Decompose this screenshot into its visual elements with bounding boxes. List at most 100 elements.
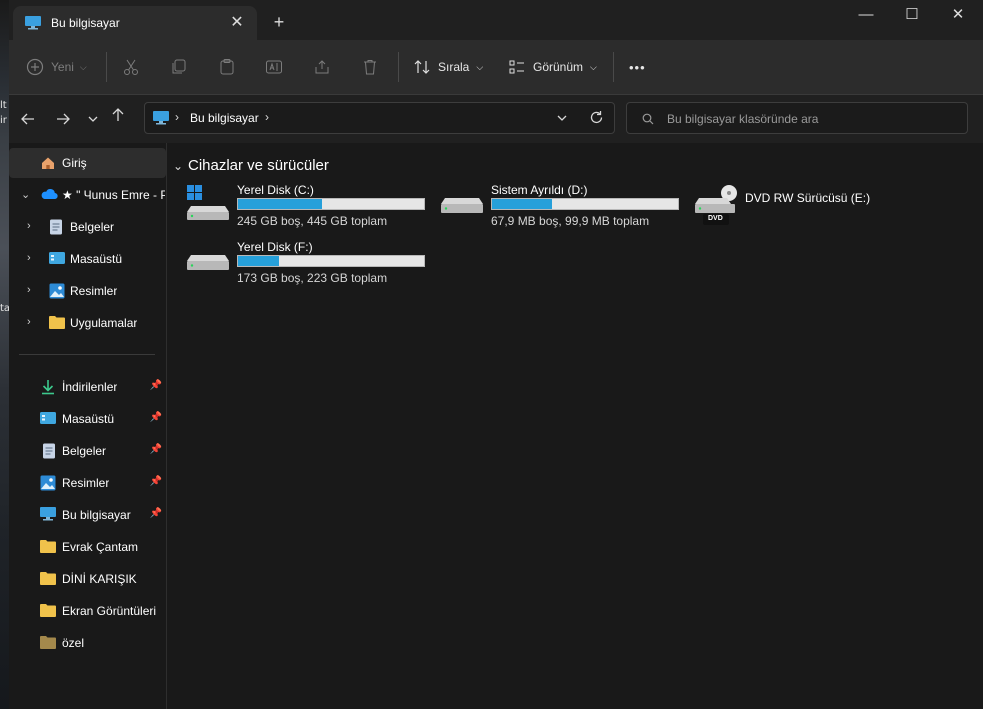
drive-item-e[interactable]: DVD DVD RW Sürücüsü (E:) xyxy=(695,183,945,235)
drive-item-c[interactable]: Yerel Disk (C:) 245 GB boş, 445 GB topla… xyxy=(187,183,437,235)
toolbar-divider xyxy=(106,52,107,82)
pin-icon[interactable]: 📌 xyxy=(150,380,162,391)
folder-icon xyxy=(40,635,56,651)
share-icon xyxy=(313,58,331,76)
quick-access-item-indirilenler[interactable]: İndirilenler 📌 xyxy=(9,372,166,402)
onedrive-icon xyxy=(40,187,58,203)
quick-access-item-ekran-goruntuleri[interactable]: Ekran Görüntüleri xyxy=(9,596,166,626)
quick-access-item-masaustu[interactable]: Masaüstü 📌 xyxy=(9,404,166,434)
tab-title: Bu bilgisayar xyxy=(51,16,120,30)
home-icon xyxy=(40,155,56,171)
sort-button[interactable]: Sırala ⌵ xyxy=(413,54,483,80)
chevron-down-icon[interactable]: ⌄ xyxy=(173,159,183,173)
up-button[interactable] xyxy=(106,103,130,127)
pin-icon[interactable]: 📌 xyxy=(150,444,162,455)
sidebar-item-label: özel xyxy=(62,636,85,650)
pin-icon[interactable]: 📌 xyxy=(150,508,162,519)
quick-access-item-dini-karisik[interactable]: DİNİ KARIŞIK xyxy=(9,564,166,594)
drive-usage-fill xyxy=(238,199,322,209)
sidebar-item-label: Bu bilgisayar xyxy=(62,508,131,522)
quick-access-item-evrak-cantam[interactable]: Evrak Çantam xyxy=(9,532,166,562)
new-button[interactable]: Yeni ⌵ xyxy=(26,54,87,80)
sidebar-item-uygulamalar[interactable]: › Uygulamalar xyxy=(9,308,166,338)
drive-usage-bar xyxy=(491,198,679,210)
close-window-button[interactable]: ✕ xyxy=(935,0,981,32)
forward-button[interactable] xyxy=(51,107,75,131)
share-button[interactable] xyxy=(313,54,331,80)
sidebar-item-onedrive[interactable]: ⌄ ★ " Чunus Emre - P xyxy=(9,180,166,210)
sidebar-divider xyxy=(19,354,155,355)
sidebar-item-resimler[interactable]: › Resimler xyxy=(9,276,166,306)
folder-icon xyxy=(49,315,65,331)
search-input[interactable]: Bu bilgisayar klasöründe ara xyxy=(626,102,968,134)
address-bar[interactable]: › Bu bilgisayar › xyxy=(144,102,615,134)
back-button[interactable] xyxy=(16,107,40,131)
sidebar-item-label: Ekran Görüntüleri xyxy=(62,604,157,618)
drive-capacity: 173 GB boş, 223 GB toplam xyxy=(237,271,388,285)
pictures-icon xyxy=(49,283,65,299)
chevron-down-icon: ⌵ xyxy=(476,61,484,72)
paste-icon xyxy=(218,58,236,76)
chevron-down-icon xyxy=(87,112,99,129)
view-button[interactable]: Görünüm ⌵ xyxy=(508,54,597,80)
paste-button[interactable] xyxy=(218,54,236,80)
chevron-right-icon[interactable]: › xyxy=(27,252,31,264)
address-dropdown-icon[interactable] xyxy=(556,111,568,129)
pin-icon[interactable]: 📌 xyxy=(150,412,162,423)
drive-item-d[interactable]: Sistem Ayrıldı (D:) 67,9 MB boş, 99,9 MB… xyxy=(441,183,691,235)
toolbar-divider xyxy=(613,52,614,82)
view-button-label: Görünüm xyxy=(533,60,584,74)
refresh-icon[interactable] xyxy=(589,110,604,130)
arrow-up-icon xyxy=(110,108,126,127)
sidebar-item-label: Resimler xyxy=(70,284,118,298)
group-header-devices[interactable]: Cihazlar ve sürücüler xyxy=(188,157,329,174)
breadcrumb-bu-bilgisayar[interactable]: Bu bilgisayar xyxy=(190,111,259,125)
sidebar-item-belgeler[interactable]: › Belgeler xyxy=(9,212,166,242)
tab-close-button[interactable]: ✕ xyxy=(227,13,247,33)
cut-icon xyxy=(122,58,140,76)
quick-access-item-resimler[interactable]: Resimler 📌 xyxy=(9,468,166,498)
quick-access-item-bu-bilgisayar[interactable]: Bu bilgisayar 📌 xyxy=(9,500,166,530)
chevron-down-icon[interactable]: ⌄ xyxy=(21,188,30,201)
pin-icon[interactable]: 📌 xyxy=(150,476,162,487)
drive-icon xyxy=(187,242,231,282)
drive-capacity: 245 GB boş, 445 GB toplam xyxy=(237,214,388,228)
new-tab-button[interactable]: + xyxy=(269,12,289,32)
sort-icon xyxy=(413,58,431,76)
quick-access-item-belgeler[interactable]: Belgeler 📌 xyxy=(9,436,166,466)
sidebar-item-label: Giriş xyxy=(62,156,87,170)
folder-icon xyxy=(40,571,56,587)
search-icon xyxy=(642,112,654,130)
sidebar-item-label: Belgeler xyxy=(70,220,115,234)
computer-icon xyxy=(153,111,169,130)
recent-locations-button[interactable] xyxy=(81,107,105,131)
drive-usage-bar xyxy=(237,255,425,267)
chevron-right-icon[interactable]: › xyxy=(27,220,31,232)
sidebar-item-giris[interactable]: Giriş xyxy=(9,148,166,178)
new-button-label: Yeni xyxy=(51,60,74,74)
sidebar-item-masaustu[interactable]: › Masaüstü xyxy=(9,244,166,274)
rename-icon xyxy=(265,58,283,76)
drive-item-f[interactable]: Yerel Disk (F:) 173 GB boş, 223 GB topla… xyxy=(187,240,437,292)
cut-button[interactable] xyxy=(122,54,140,80)
minimize-button[interactable]: — xyxy=(843,0,889,32)
sidebar-item-label: DİNİ KARIŞIK xyxy=(62,572,137,586)
maximize-button[interactable]: ☐ xyxy=(889,0,935,32)
more-options-button[interactable]: ••• xyxy=(629,54,646,80)
delete-button[interactable] xyxy=(361,54,379,80)
copy-button[interactable] xyxy=(170,54,188,80)
breadcrumb-separator-icon[interactable]: › xyxy=(265,110,269,124)
breadcrumb-separator-icon: › xyxy=(175,110,179,124)
drive-usage-fill xyxy=(238,256,279,266)
command-bar: Yeni ⌵ Sırala ⌵ Görünüm ⌵ ••• xyxy=(9,40,983,95)
quick-access-item-ozel[interactable]: özel xyxy=(9,628,166,658)
chevron-right-icon[interactable]: › xyxy=(27,284,31,296)
chevron-right-icon[interactable]: › xyxy=(27,316,31,328)
sidebar-item-label: Uygulamalar xyxy=(70,316,138,330)
tab-bu-bilgisayar[interactable]: Bu bilgisayar ✕ xyxy=(13,6,257,40)
sidebar-item-label: ★ " Чunus Emre - P xyxy=(62,188,165,202)
drive-icon xyxy=(441,185,485,225)
drive-usage-fill xyxy=(492,199,552,209)
rename-button[interactable] xyxy=(265,54,283,80)
sidebar-item-label: Masaüstü xyxy=(70,252,123,266)
